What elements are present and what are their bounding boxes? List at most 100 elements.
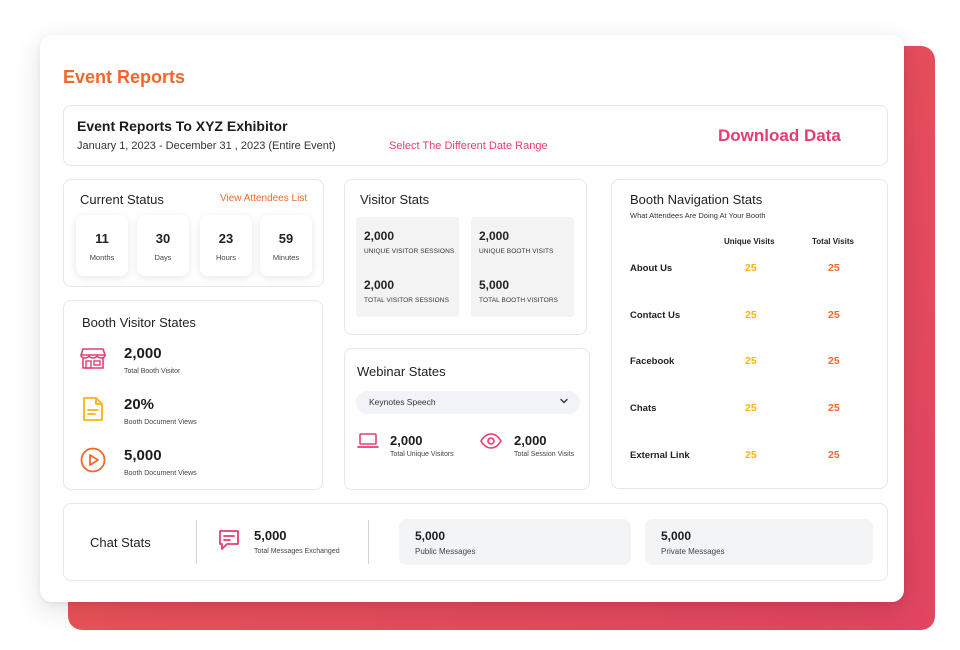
booth-document-value: 20%	[124, 396, 155, 413]
booth-nav-row: External Link 25 25	[630, 449, 875, 470]
total-messages-label: Total Messages Exchanged	[254, 548, 340, 555]
chat-message-icon	[219, 530, 239, 550]
countdown-minutes-box: 59 Minutes	[260, 215, 312, 276]
report-date-range: January 1, 2023 - December 31 , 2023 (En…	[77, 140, 336, 152]
visitor-stats-title: Visitor Stats	[360, 192, 430, 207]
store-icon	[80, 348, 106, 369]
booth-nav-row-label: External Link	[630, 450, 690, 461]
booth-visitor-stat: 2,000 Total Booth Visitor	[80, 343, 310, 383]
unique-visits-header: Unique Visits	[724, 237, 775, 246]
total-visits-header: Total Visits	[812, 237, 854, 246]
booth-visitor-states-title: Booth Visitor States	[82, 315, 196, 330]
countdown-value: 11	[95, 231, 109, 246]
unique-visits-value: 25	[745, 402, 757, 414]
public-messages-card: 5,000 Public Messages	[399, 519, 631, 565]
countdown-months-box: 11 Months	[76, 215, 128, 276]
booth-video-label: Booth Document Views	[124, 470, 197, 477]
countdown-label: Minutes	[272, 253, 300, 262]
event-reports-card: Event Reports Event Reports To XYZ Exhib…	[40, 35, 904, 602]
total-messages-value: 5,000	[254, 528, 287, 543]
booth-nav-row-label: Facebook	[630, 356, 675, 367]
webinar-select-dropdown[interactable]: Keynotes Speech	[356, 391, 580, 414]
booth-document-stat: 20% Booth Document Views	[80, 394, 310, 434]
booth-visitor-label: Total Booth Visitor	[124, 368, 181, 375]
total-visits-value: 25	[828, 402, 840, 414]
countdown-label: Months	[89, 253, 115, 262]
visitor-stats-column-left: 2,000 UNIQUE VISITOR SESSIONS 2,000 TOTA…	[356, 217, 459, 317]
booth-nav-row-label: About Us	[630, 263, 673, 274]
countdown-value: 59	[278, 231, 294, 246]
booth-navigation-stats-panel: Booth Navigation Stats What Attendees Ar…	[611, 179, 888, 489]
booth-navigation-subtitle: What Attendees Are Doing At Your Booth	[630, 211, 766, 220]
current-status-panel: Current Status View Attendees List 11 Mo…	[63, 179, 324, 287]
total-visits-value: 25	[828, 309, 840, 321]
visitor-stat-value: 2,000	[479, 229, 510, 243]
visitor-stat-value: 2,000	[364, 278, 395, 292]
webinar-states-panel: Webinar States Keynotes Speech 2,000 Tot…	[344, 348, 590, 490]
visitor-stat-value: 5,000	[479, 278, 510, 292]
visitor-stat-label: UNIQUE VISITOR SESSIONS	[364, 248, 455, 255]
page-title: Event Reports	[63, 67, 186, 87]
total-visits-value: 25	[828, 355, 840, 367]
booth-visitor-value: 2,000	[124, 345, 162, 362]
booth-video-stat: 5,000 Booth Document Views	[80, 445, 310, 485]
countdown-value: 30	[155, 231, 171, 246]
booth-visitor-states-panel: Booth Visitor States 2,000 Total Booth V…	[63, 300, 323, 490]
select-date-range-link[interactable]: Select The Different Date Range	[389, 140, 548, 152]
countdown-label: Days	[154, 253, 172, 262]
booth-document-label: Booth Document Views	[124, 419, 197, 426]
booth-nav-row-label: Chats	[630, 403, 657, 414]
webinar-selected-option: Keynotes Speech	[369, 397, 436, 407]
view-attendees-link[interactable]: View Attendees List	[220, 193, 307, 204]
total-visits-value: 25	[828, 262, 840, 274]
report-header-panel: Event Reports To XYZ Exhibitor January 1…	[63, 105, 888, 166]
visitor-stat-label: UNIQUE BOOTH VISITS	[479, 248, 554, 255]
visitor-stat-item: 2,000 UNIQUE VISITOR SESSIONS	[364, 229, 454, 255]
divider	[368, 520, 369, 564]
public-messages-value: 5,000	[415, 529, 446, 543]
booth-nav-row: About Us 25 25	[630, 262, 875, 283]
document-icon	[83, 397, 103, 421]
private-messages-label: Private Messages	[661, 547, 725, 556]
countdown-label: Hours	[215, 253, 236, 262]
visitor-stat-item: 2,000 TOTAL VISITOR SESSIONS	[364, 278, 449, 304]
booth-nav-row-label: Contact Us	[630, 310, 681, 321]
chevron-down-icon	[560, 398, 568, 404]
visitor-stat-item: 2,000 UNIQUE BOOTH VISITS	[479, 229, 554, 255]
visitor-stat-value: 2,000	[364, 229, 395, 243]
countdown-value: 23	[218, 231, 234, 246]
total-visits-value: 25	[828, 449, 840, 461]
countdown-hours-box: 23 Hours	[200, 215, 252, 276]
booth-nav-row: Facebook 25 25	[630, 355, 875, 376]
eye-icon	[480, 433, 502, 449]
webinar-stat-value: 2,000	[514, 433, 547, 448]
booth-video-value: 5,000	[124, 447, 162, 464]
current-status-title: Current Status	[80, 192, 164, 207]
webinar-stat-label: Total Unique Visitors	[390, 451, 454, 458]
play-circle-icon	[80, 447, 106, 473]
chat-stats-title: Chat Stats	[90, 535, 151, 550]
laptop-icon	[357, 433, 379, 448]
webinar-states-title: Webinar States	[357, 364, 446, 379]
visitor-stats-column-right: 2,000 UNIQUE BOOTH VISITS 5,000 TOTAL BO…	[471, 217, 574, 317]
visitor-stats-panel: Visitor Stats 2,000 UNIQUE VISITOR SESSI…	[344, 179, 587, 335]
booth-navigation-title: Booth Navigation Stats	[630, 192, 763, 207]
webinar-stat-label: Total Session Visits	[514, 451, 575, 458]
unique-visits-value: 25	[745, 262, 757, 274]
private-messages-card: 5,000 Private Messages	[645, 519, 873, 565]
divider	[196, 520, 197, 564]
download-data-button[interactable]: Download Data	[718, 126, 841, 146]
report-title: Event Reports To XYZ Exhibitor	[77, 118, 288, 134]
visitor-stat-label: TOTAL BOOTH VISITORS	[479, 297, 559, 304]
booth-nav-row: Chats 25 25	[630, 402, 875, 423]
public-messages-label: Public Messages	[415, 547, 476, 556]
unique-visits-value: 25	[745, 449, 757, 461]
chat-stats-panel: Chat Stats 5,000 Total Messages Exchange…	[63, 503, 888, 581]
private-messages-value: 5,000	[661, 529, 692, 543]
visitor-stat-item: 5,000 TOTAL BOOTH VISITORS	[479, 278, 558, 304]
visitor-stat-label: TOTAL VISITOR SESSIONS	[364, 297, 450, 304]
booth-nav-row: Contact Us 25 25	[630, 309, 875, 330]
webinar-stat-value: 2,000	[390, 433, 423, 448]
unique-visits-value: 25	[745, 309, 757, 321]
unique-visits-value: 25	[745, 355, 757, 367]
